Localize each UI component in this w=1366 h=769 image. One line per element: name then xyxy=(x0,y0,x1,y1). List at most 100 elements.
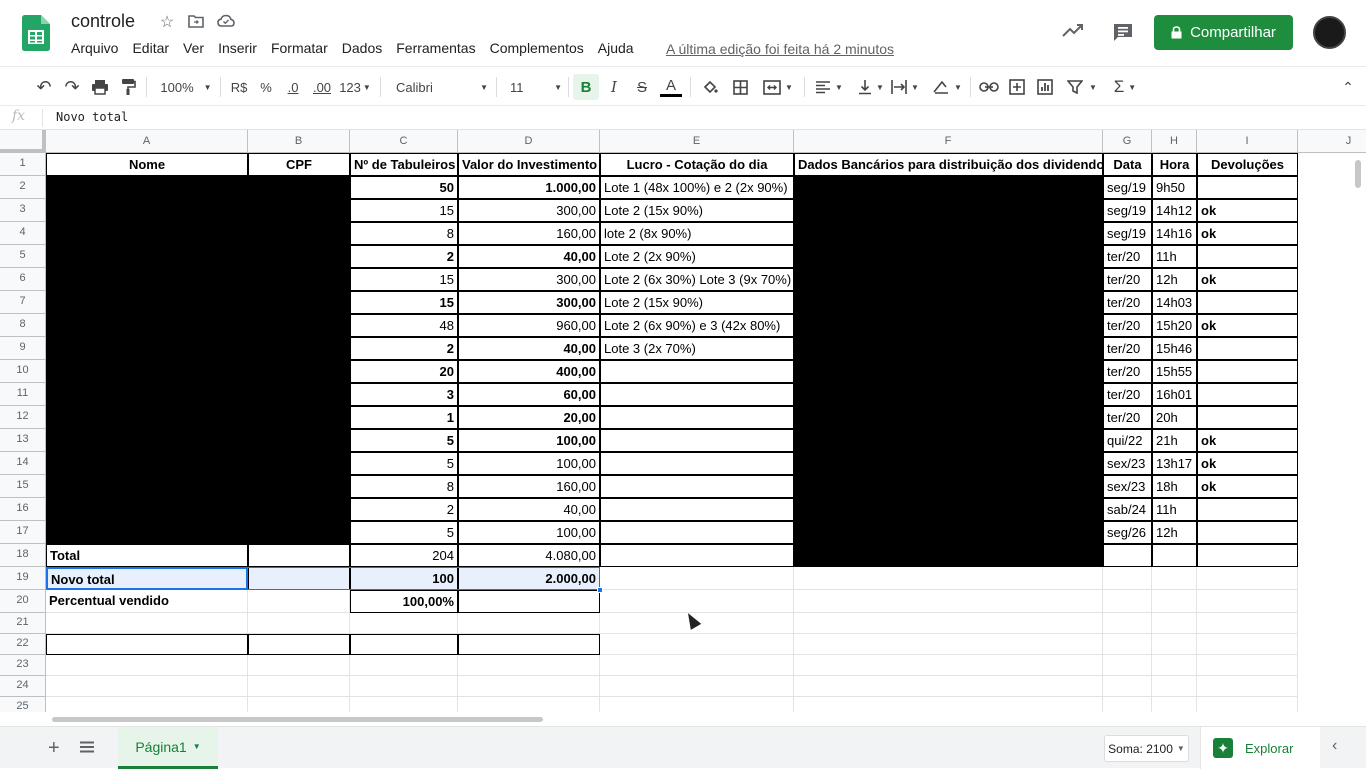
tabuleiros-value[interactable]: 3 xyxy=(350,383,458,406)
menu-editar[interactable]: Editar xyxy=(132,40,169,56)
cell[interactable] xyxy=(248,590,350,613)
cell[interactable] xyxy=(1197,590,1298,613)
hora-value[interactable]: 18h xyxy=(1152,475,1197,498)
vertical-scrollbar[interactable] xyxy=(1355,160,1361,188)
cell[interactable] xyxy=(1197,697,1298,712)
header-data[interactable]: Data xyxy=(1103,153,1152,176)
lucro-value[interactable]: Lote 1 (48x 100%) e 2 (2x 90%) xyxy=(600,176,794,199)
total-hora[interactable] xyxy=(1152,544,1197,567)
fill-handle[interactable] xyxy=(597,587,603,593)
hora-value[interactable]: 15h55 xyxy=(1152,360,1197,383)
explore-button[interactable]: ✦ Explorar xyxy=(1200,727,1320,769)
cell[interactable] xyxy=(1197,655,1298,676)
hora-value[interactable]: 12h xyxy=(1152,268,1197,291)
lucro-value[interactable]: Lote 2 (6x 90%) e 3 (42x 80%) xyxy=(600,314,794,337)
cell[interactable] xyxy=(600,634,794,655)
text-wrapping-icon[interactable]: ▼ xyxy=(890,77,920,97)
hora-value[interactable]: 9h50 xyxy=(1152,176,1197,199)
investimento-value[interactable]: 400,00 xyxy=(458,360,600,383)
row-header-20[interactable]: 20 xyxy=(0,590,46,613)
header-hora[interactable]: Hora xyxy=(1152,153,1197,176)
lucro-value[interactable]: Lote 2 (15x 90%) xyxy=(600,291,794,314)
cell[interactable] xyxy=(794,590,1103,613)
tabuleiros-value[interactable]: 2 xyxy=(350,337,458,360)
lucro-value[interactable]: Lote 2 (15x 90%) xyxy=(600,199,794,222)
devolucao-value[interactable] xyxy=(1197,176,1298,199)
header-cpf[interactable]: CPF xyxy=(248,153,350,176)
more-formats-button[interactable]: 123 ▼ xyxy=(338,77,372,97)
insert-comment-icon[interactable] xyxy=(1006,77,1028,97)
cell[interactable] xyxy=(1103,567,1152,590)
data-value[interactable]: sex/23 xyxy=(1103,475,1152,498)
cell[interactable] xyxy=(46,655,248,676)
cell[interactable] xyxy=(46,697,248,712)
investimento-value[interactable]: 100,00 xyxy=(458,429,600,452)
data-value[interactable]: ter/20 xyxy=(1103,314,1152,337)
menu-ajuda[interactable]: Ajuda xyxy=(598,40,634,56)
row-header-22[interactable]: 22 xyxy=(0,634,46,655)
hora-value[interactable]: 15h46 xyxy=(1152,337,1197,360)
devolucao-value[interactable] xyxy=(1197,360,1298,383)
data-value[interactable]: ter/20 xyxy=(1103,337,1152,360)
tabuleiros-value[interactable]: 2 xyxy=(350,498,458,521)
total-tabuleiros[interactable]: 204 xyxy=(350,544,458,567)
cell[interactable] xyxy=(1103,676,1152,697)
cell[interactable] xyxy=(794,655,1103,676)
devolucao-value[interactable]: ok xyxy=(1197,222,1298,245)
strikethrough-button[interactable]: S xyxy=(632,77,652,97)
cell[interactable] xyxy=(1197,613,1298,634)
menu-dados[interactable]: Dados xyxy=(342,40,382,56)
header-nome[interactable]: Nome xyxy=(46,153,248,176)
menu-formatar[interactable]: Formatar xyxy=(271,40,328,56)
investimento-value[interactable]: 60,00 xyxy=(458,383,600,406)
cell[interactable] xyxy=(1103,613,1152,634)
lucro-value[interactable] xyxy=(600,498,794,521)
cell[interactable] xyxy=(600,590,794,613)
borders-icon[interactable] xyxy=(730,77,750,97)
italic-button[interactable]: I xyxy=(604,77,624,97)
hora-value[interactable]: 11h xyxy=(1152,245,1197,268)
data-value[interactable]: ter/20 xyxy=(1103,245,1152,268)
header-devolucoes[interactable]: Devoluções xyxy=(1197,153,1298,176)
total-investimento[interactable]: 4.080,00 xyxy=(458,544,600,567)
cell[interactable] xyxy=(458,676,600,697)
row-header-1[interactable]: 1 xyxy=(0,153,46,176)
hora-value[interactable]: 11h xyxy=(1152,498,1197,521)
row-header-24[interactable]: 24 xyxy=(0,676,46,697)
row-header-8[interactable]: 8 xyxy=(0,314,46,337)
share-button[interactable]: Compartilhar xyxy=(1154,15,1293,50)
zoom-select[interactable]: 100% ▼ xyxy=(158,77,214,97)
hora-value[interactable]: 14h16 xyxy=(1152,222,1197,245)
data-value[interactable]: ter/20 xyxy=(1103,268,1152,291)
cell[interactable] xyxy=(1152,697,1197,712)
devolucao-value[interactable]: ok xyxy=(1197,429,1298,452)
bordered-empty-cell[interactable] xyxy=(350,634,458,655)
menu-complementos[interactable]: Complementos xyxy=(490,40,584,56)
investimento-value[interactable]: 960,00 xyxy=(458,314,600,337)
row-header-23[interactable]: 23 xyxy=(0,655,46,676)
cell[interactable] xyxy=(794,613,1103,634)
row-header-16[interactable]: 16 xyxy=(0,498,46,521)
cell[interactable] xyxy=(794,697,1103,712)
novo-total-investimento[interactable]: 2.000,00 xyxy=(458,567,600,590)
decrease-decimal-button[interactable]: .0 xyxy=(282,77,304,97)
devolucao-value[interactable]: ok xyxy=(1197,268,1298,291)
total-lucro[interactable] xyxy=(600,544,794,567)
cell[interactable] xyxy=(1152,655,1197,676)
horizontal-align-icon[interactable]: ▼ xyxy=(814,77,844,97)
row-header-14[interactable]: 14 xyxy=(0,452,46,475)
move-folder-icon[interactable] xyxy=(187,14,205,32)
lucro-value[interactable] xyxy=(600,383,794,406)
lucro-value[interactable] xyxy=(600,452,794,475)
hora-value[interactable]: 14h12 xyxy=(1152,199,1197,222)
tabuleiros-value[interactable]: 48 xyxy=(350,314,458,337)
cell[interactable] xyxy=(1152,567,1197,590)
cell[interactable] xyxy=(1152,613,1197,634)
investimento-value[interactable]: 1.000,00 xyxy=(458,176,600,199)
sheet-tab-pagina1[interactable]: Página1 ▼ xyxy=(118,727,218,769)
hora-value[interactable]: 14h03 xyxy=(1152,291,1197,314)
row-header-12[interactable]: 12 xyxy=(0,406,46,429)
novo-total-label[interactable]: Novo total xyxy=(46,567,248,590)
percentual-label[interactable]: Percentual vendido xyxy=(46,590,248,613)
cell[interactable] xyxy=(794,676,1103,697)
